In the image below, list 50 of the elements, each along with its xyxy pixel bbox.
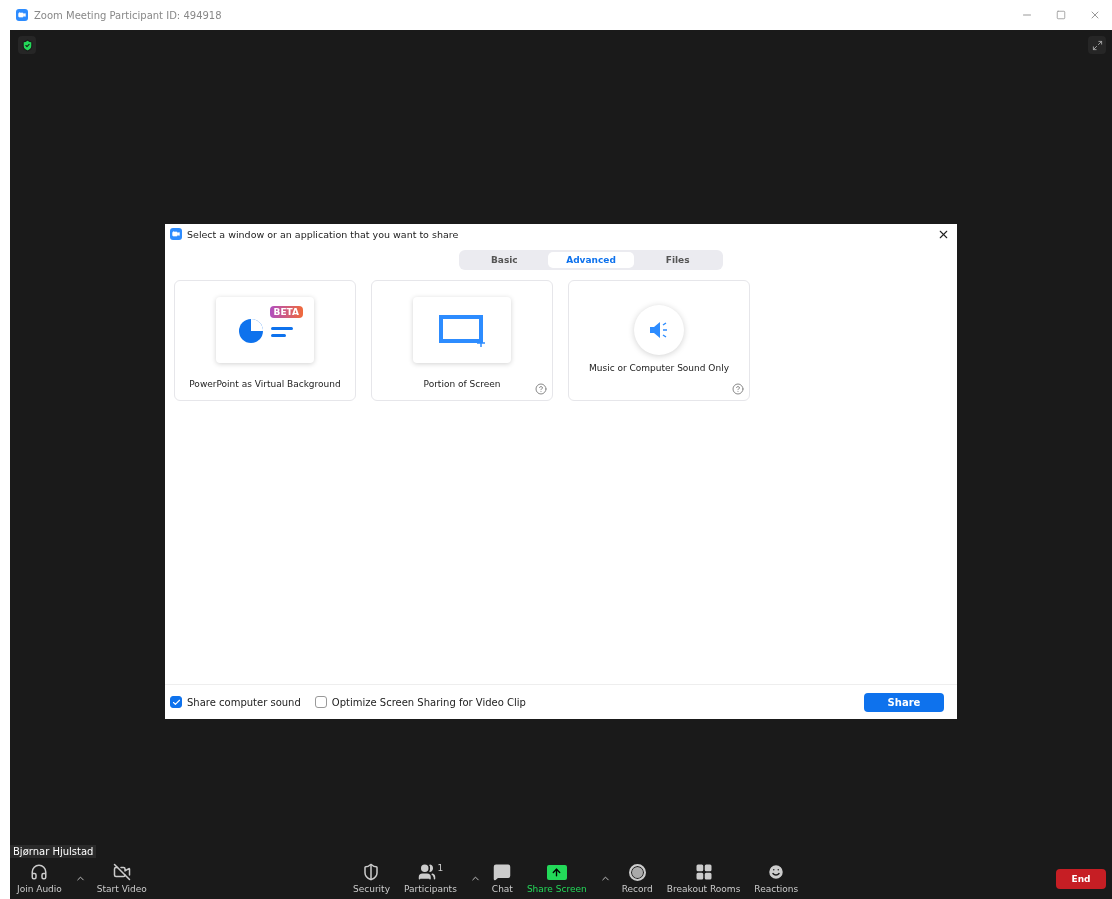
toolbar-button[interactable]: Start Video xyxy=(89,863,154,894)
toolbar-button[interactable]: Share Screen xyxy=(519,863,594,894)
powerpoint-tile[interactable]: BETA xyxy=(216,297,314,363)
help-icon[interactable] xyxy=(732,383,744,395)
zoom-logo-icon xyxy=(170,228,182,240)
headphones-icon xyxy=(30,863,49,881)
option-label: PowerPoint as Virtual Background xyxy=(189,379,341,389)
toolbar-button[interactable]: Chat xyxy=(484,863,520,894)
maximize-icon xyxy=(1056,10,1066,20)
chat-icon xyxy=(493,863,512,881)
checkbox[interactable] xyxy=(314,696,327,708)
tab[interactable]: Basic xyxy=(461,252,548,268)
security-icon xyxy=(362,863,381,881)
toolbar-button[interactable]: Record xyxy=(614,863,660,894)
record-icon xyxy=(628,863,646,881)
end-button[interactable]: End xyxy=(1056,868,1106,889)
shield-check-icon[interactable] xyxy=(18,36,36,54)
option-label: Portion of Screen xyxy=(423,379,501,389)
help-icon[interactable] xyxy=(535,383,547,395)
share-option-card[interactable]: BETA PowerPoint as Virtual Background xyxy=(174,280,356,401)
screen-region-icon xyxy=(437,313,487,347)
close-icon xyxy=(1089,9,1101,21)
participant-name: Bjørnar Hjulstad xyxy=(10,845,97,858)
people-icon xyxy=(417,863,436,881)
share-screen-icon xyxy=(546,864,567,880)
checkbox[interactable] xyxy=(170,696,182,708)
toolbar-button[interactable]: Reactions xyxy=(747,863,806,894)
zoom-logo-icon xyxy=(16,9,28,21)
checkbox-label: Share computer sound xyxy=(187,696,301,708)
share-option-card[interactable]: Portion of Screen xyxy=(371,280,553,401)
toolbar-button[interactable]: 1 Participants xyxy=(396,863,464,894)
tab[interactable]: Files xyxy=(634,252,721,268)
toolbar-button[interactable]: Join Audio xyxy=(10,863,69,894)
toolbar-button[interactable]: Breakout Rooms xyxy=(659,863,748,894)
toolbar-button[interactable]: Security xyxy=(346,863,397,894)
smiley-icon xyxy=(767,863,786,881)
share-option-card[interactable]: Music or Computer Sound Only xyxy=(568,280,750,401)
beta-badge: BETA xyxy=(269,306,303,318)
sound-tile[interactable] xyxy=(634,305,684,355)
option-label: Music or Computer Sound Only xyxy=(589,363,729,373)
checkbox-label: Optimize Screen Sharing for Video Clip xyxy=(331,696,526,708)
speaker-icon xyxy=(648,321,670,339)
share-button[interactable]: Share xyxy=(864,692,944,712)
dialog-title: Select a window or an application that you want to share xyxy=(187,228,459,240)
window-title: Zoom Meeting Participant ID: 494918 xyxy=(34,9,222,21)
portion-tile[interactable] xyxy=(413,297,511,363)
grid-icon xyxy=(694,863,713,881)
fullscreen-icon[interactable] xyxy=(1088,36,1106,54)
tab[interactable]: Advanced xyxy=(547,252,635,268)
video-off-icon xyxy=(112,863,131,881)
